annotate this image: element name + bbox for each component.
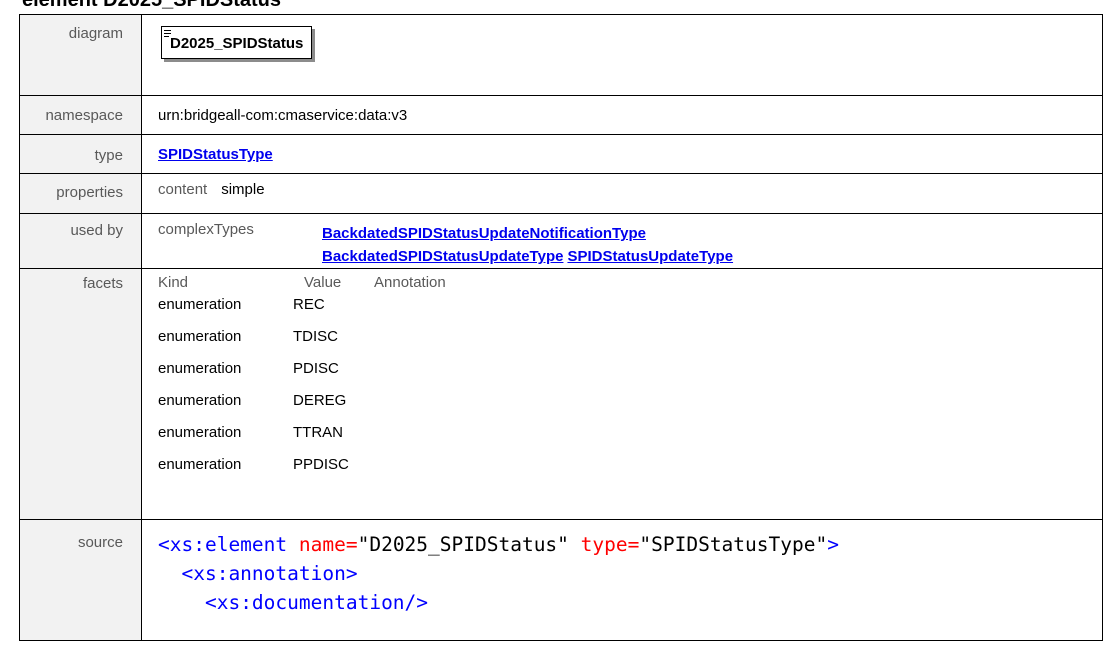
facet-value: TDISC [293, 328, 338, 345]
facet-row: enumeration REC [158, 293, 1102, 325]
xml-attr-type: type= [580, 533, 640, 556]
xml-source-code: <xs:element name="D2025_SPIDStatus" type… [142, 520, 1102, 617]
diagram-element-name: D2025_SPIDStatus [170, 35, 304, 52]
property-value: simple [221, 181, 265, 198]
row-used-by: used by complexTypes BackdatedSPIDStatus… [19, 213, 1103, 269]
facets-table: Kind Value Annotation enumeration REC enu… [142, 269, 1102, 485]
facet-row: enumeration TTRAN [158, 421, 1102, 453]
namespace-value: urn:bridgeall-com:cmaservice:data:v3 [158, 107, 408, 124]
documentation-lines-icon [164, 30, 171, 37]
xml-documentation-tag: <xs:documentation/> [204, 591, 429, 614]
used-by-link[interactable]: BackdatedSPIDStatusUpdateType [322, 248, 563, 265]
facet-kind: enumeration [158, 424, 242, 441]
used-by-link[interactable]: BackdatedSPIDStatusUpdateNotificationTyp… [322, 225, 646, 242]
used-by-category: complexTypes [158, 221, 254, 238]
facet-row: enumeration DEREG [158, 389, 1102, 421]
row-type: type SPIDStatusType [19, 134, 1103, 174]
row-source: source <xs:element name="D2025_SPIDStatu… [19, 519, 1103, 641]
facets-header-value: Value [304, 274, 342, 291]
facet-kind: enumeration [158, 328, 242, 345]
facet-row: enumeration TDISC [158, 325, 1102, 357]
facets-header-annotation: Annotation [374, 274, 446, 291]
label-namespace: namespace [45, 107, 123, 124]
facets-header-kind: Kind [158, 274, 189, 291]
facet-kind: enumeration [158, 392, 242, 409]
facet-kind: enumeration [158, 360, 242, 377]
property-key: content [158, 181, 208, 198]
row-properties: properties content simple [19, 173, 1103, 214]
facet-value: TTRAN [293, 424, 343, 441]
page-heading: element D2025_SPIDStatus [22, 0, 282, 11]
row-diagram: diagram D2025_SPIDStatus [19, 14, 1103, 96]
facet-kind: enumeration [158, 296, 242, 313]
xml-attr-value: "D2025_SPIDStatus" [357, 533, 569, 556]
xml-attr-value: "SPIDStatusType" [639, 533, 828, 556]
xml-tag-close: > [827, 533, 839, 556]
facet-row: enumeration PPDISC [158, 453, 1102, 485]
label-used-by: used by [70, 222, 123, 239]
row-facets: facets Kind Value Annotation enumeration… [19, 268, 1103, 520]
facet-value: DEREG [293, 392, 347, 409]
label-diagram: diagram [68, 25, 123, 42]
label-properties: properties [56, 184, 123, 201]
facet-row: enumeration PDISC [158, 357, 1102, 389]
xml-annotation-tag: <xs:annotation> [181, 562, 358, 585]
type-link[interactable]: SPIDStatusType [158, 146, 273, 163]
element-diagram-box[interactable]: D2025_SPIDStatus [161, 26, 313, 59]
used-by-link[interactable]: SPIDStatusUpdateType [567, 248, 733, 265]
label-source: source [77, 534, 123, 551]
label-facets: facets [82, 275, 123, 292]
element-properties-table: diagram D2025_SPIDStatus namespace urn:b… [19, 14, 1103, 641]
facet-kind: enumeration [158, 456, 242, 473]
row-namespace: namespace urn:bridgeall-com:cmaservice:d… [19, 95, 1103, 135]
facet-value: PDISC [293, 360, 339, 377]
label-type: type [94, 147, 123, 164]
facets-header: Kind Value Annotation [158, 274, 1102, 293]
facet-value: PPDISC [293, 456, 349, 473]
facet-value: REC [293, 296, 325, 313]
xml-tag-open: <xs:element [158, 533, 288, 556]
xml-attr-name: name= [298, 533, 358, 556]
